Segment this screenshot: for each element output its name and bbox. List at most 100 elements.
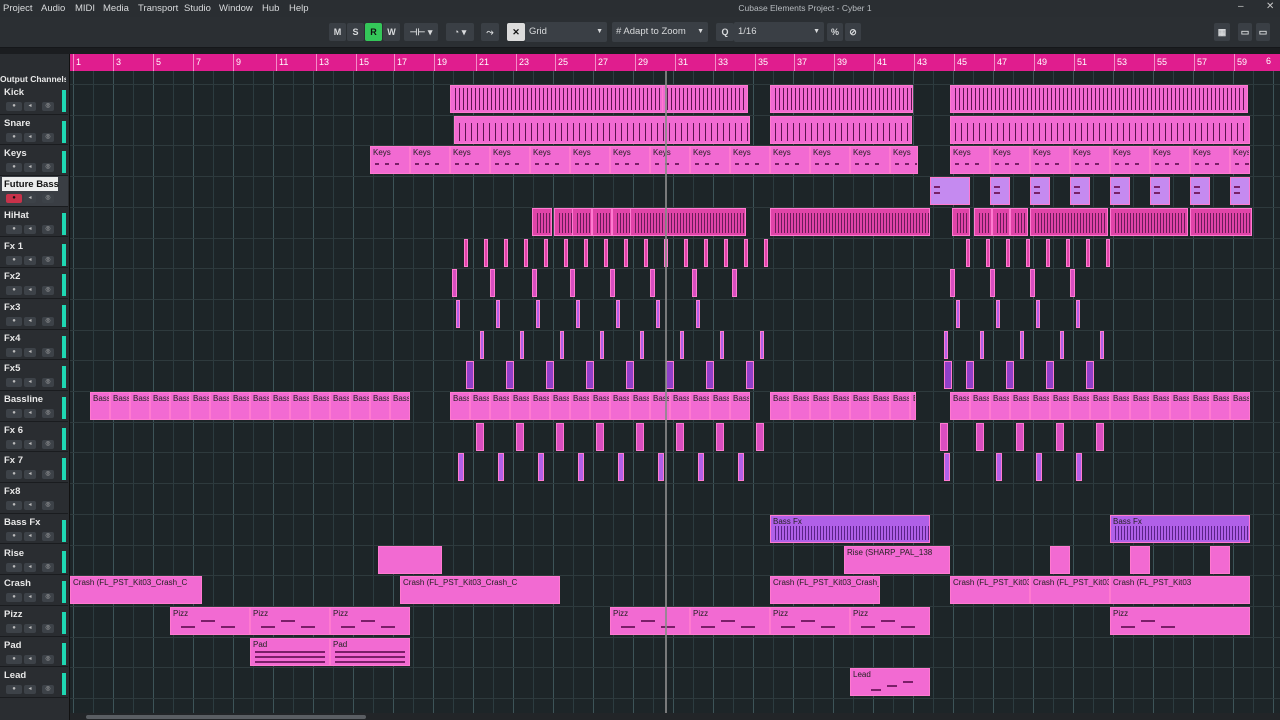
fx4-part[interactable] xyxy=(600,330,604,359)
bassline-part[interactable]: Bass xyxy=(770,392,790,420)
fx3-part[interactable] xyxy=(656,299,660,328)
crash-part[interactable]: Crash (FL_PST_Kit03 xyxy=(1110,576,1250,605)
track-header-keys[interactable]: Keys ● ◂ ◎ xyxy=(0,145,68,177)
edit-icon[interactable]: ◎ xyxy=(42,255,54,265)
edit-icon[interactable]: ◎ xyxy=(42,378,54,388)
fx7-part[interactable] xyxy=(944,453,950,482)
record-icon[interactable]: ● xyxy=(6,470,22,480)
fx2-part[interactable] xyxy=(692,269,697,298)
fx5-part[interactable] xyxy=(1086,361,1094,390)
record-icon[interactable]: ● xyxy=(6,439,22,449)
bassline-part[interactable]: Bass xyxy=(1230,392,1250,420)
monitor-icon[interactable]: ◂ xyxy=(24,501,36,511)
fx2-part[interactable] xyxy=(650,269,655,298)
keys-part[interactable]: Keys xyxy=(890,146,918,175)
bassline-part[interactable]: Bass xyxy=(1150,392,1170,420)
bassline-part[interactable]: Bass xyxy=(190,392,210,420)
hihat-part[interactable] xyxy=(1010,207,1028,236)
fx2-part[interactable] xyxy=(452,269,457,298)
scrollbar-thumb[interactable] xyxy=(86,715,366,719)
read-automation-button[interactable]: R xyxy=(365,23,382,41)
iterative-quantize-button[interactable]: % xyxy=(827,23,843,41)
fx1-part[interactable] xyxy=(504,238,508,267)
fx1-part[interactable] xyxy=(1046,238,1050,267)
fx2-part[interactable] xyxy=(1070,269,1075,298)
grid-type-select[interactable]: # Adapt to Zoom ▼ xyxy=(612,22,708,42)
fx3-part[interactable] xyxy=(496,299,500,328)
bassline-part[interactable]: Bass xyxy=(910,392,916,420)
fx4-part[interactable] xyxy=(944,330,948,359)
fx1-part[interactable] xyxy=(684,238,688,267)
edit-icon[interactable]: ◎ xyxy=(42,531,54,541)
keys-part[interactable]: Keys xyxy=(1110,146,1150,175)
bassline-part[interactable]: Bass xyxy=(150,392,170,420)
bassline-part[interactable]: Bass xyxy=(1210,392,1230,420)
hihat-part[interactable] xyxy=(992,207,1010,236)
fx1-part[interactable] xyxy=(584,238,588,267)
pizz-part[interactable]: Pizz xyxy=(850,606,930,635)
fx5-part[interactable] xyxy=(506,361,514,390)
track-header-future-bass[interactable]: Future Bass ● ◂ ◎ xyxy=(0,176,68,207)
fx1-part[interactable] xyxy=(524,238,528,267)
fx7-part[interactable] xyxy=(498,453,504,482)
bassline-part[interactable]: Bass xyxy=(1110,392,1130,420)
edit-icon[interactable]: ◎ xyxy=(42,593,54,603)
keys-part[interactable]: Keys xyxy=(450,146,490,175)
bassline-part[interactable]: Bass xyxy=(690,392,710,420)
bassline-part[interactable]: Bass xyxy=(1070,392,1090,420)
fx1-part[interactable] xyxy=(624,238,628,267)
hihat-part[interactable] xyxy=(572,207,592,236)
bassline-part[interactable]: Bass xyxy=(890,392,910,420)
pizz-part[interactable]: Pizz xyxy=(610,606,690,635)
loop-mode-button[interactable]: ◔ ▾ xyxy=(446,23,474,41)
fx4-part[interactable] xyxy=(560,330,564,359)
kick-part[interactable] xyxy=(662,85,748,113)
record-icon[interactable]: ● xyxy=(6,531,22,541)
fx1-part[interactable] xyxy=(1026,238,1030,267)
bassline-part[interactable]: Bass xyxy=(390,392,410,420)
fx7-part[interactable] xyxy=(618,453,624,482)
bassline-part[interactable]: Bass xyxy=(170,392,190,420)
right-zone-button[interactable]: ▭ xyxy=(1256,23,1270,41)
record-icon[interactable]: ● xyxy=(6,623,22,633)
fx1-part[interactable] xyxy=(544,238,548,267)
snare-part[interactable] xyxy=(950,115,1250,144)
fx4-part[interactable] xyxy=(520,330,524,359)
fx7-part[interactable] xyxy=(1036,453,1042,482)
edit-icon[interactable]: ◎ xyxy=(42,286,54,296)
crash-part[interactable]: Crash (FL_PST_Kit03 xyxy=(950,576,1030,605)
monitor-icon[interactable]: ◂ xyxy=(24,593,36,603)
bassline-part[interactable]: Bass xyxy=(1130,392,1150,420)
fx6-part[interactable] xyxy=(756,422,764,451)
hihat-part[interactable] xyxy=(532,207,552,236)
record-icon[interactable]: ● xyxy=(6,316,22,326)
quantize-button[interactable]: Q xyxy=(716,23,734,41)
fx4-part[interactable] xyxy=(720,330,724,359)
crash-part[interactable]: Crash (FL_PST_Kit03 xyxy=(1030,576,1110,605)
bass-fx-part[interactable]: Bass Fx xyxy=(1110,514,1250,543)
fx3-part[interactable] xyxy=(1076,299,1080,328)
fx5-part[interactable] xyxy=(626,361,634,390)
bassline-part[interactable]: Bass xyxy=(270,392,290,420)
fx1-part[interactable] xyxy=(464,238,468,267)
fx1-part[interactable] xyxy=(1106,238,1110,267)
mute-button[interactable]: M xyxy=(329,23,346,41)
pad-part[interactable]: Pad xyxy=(330,637,410,666)
bassline-part[interactable]: Bass xyxy=(550,392,570,420)
hihat-part[interactable] xyxy=(952,207,970,236)
keys-part[interactable]: Keys xyxy=(650,146,690,175)
future-bass-part[interactable] xyxy=(1190,177,1210,206)
monitor-icon[interactable]: ◂ xyxy=(24,163,36,173)
edit-icon[interactable]: ◎ xyxy=(42,132,54,142)
record-icon[interactable]: ● xyxy=(6,685,22,695)
fx4-part[interactable] xyxy=(1100,330,1104,359)
arrange-area[interactable]: Keys Keys Keys Keys Keys Keys Keys Keys Keys Keys… xyxy=(70,71,1280,720)
bassline-part[interactable]: Bass xyxy=(610,392,630,420)
record-icon[interactable]: ● xyxy=(6,163,22,173)
keys-part[interactable]: Keys xyxy=(1230,146,1250,175)
hihat-part[interactable] xyxy=(1110,207,1188,236)
track-header-crash[interactable]: Crash ● ◂ ◎ xyxy=(0,575,68,606)
keys-part[interactable]: Keys xyxy=(690,146,730,175)
bassline-part[interactable]: Bass xyxy=(130,392,150,420)
edit-icon[interactable]: ◎ xyxy=(42,316,54,326)
